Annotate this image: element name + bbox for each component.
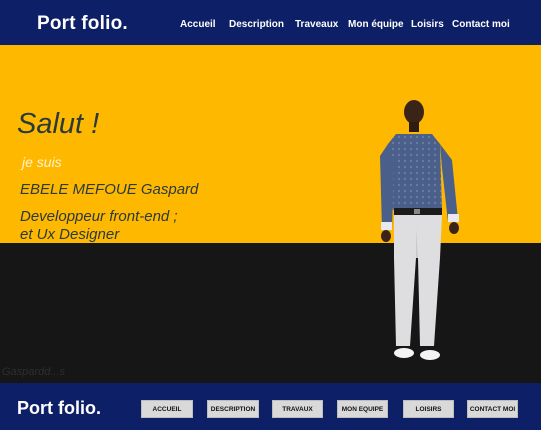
nav-description[interactable]: Description <box>229 19 284 30</box>
faded-text: Gaspardd...s <box>2 366 65 378</box>
portrait-photo <box>380 100 459 360</box>
brand-logo[interactable]: Port folio. <box>37 13 128 35</box>
footer-button-contact[interactable]: CONTACT MOI <box>467 400 518 418</box>
footer-button-mon-equipe[interactable]: MON EQUIPE <box>337 400 388 418</box>
hero-role-line1: Developpeur front-end ; <box>20 208 178 225</box>
footer-button-description[interactable]: DESCRIPTION <box>207 400 259 418</box>
nav-contact[interactable]: Contact moi <box>452 19 510 30</box>
nav-loisirs[interactable]: Loisirs <box>411 19 444 30</box>
hero-greeting: Salut ! <box>17 108 100 140</box>
footer-button-travaux[interactable]: TRAVAUX <box>272 400 323 418</box>
nav-mon-equipe[interactable]: Mon équipe <box>348 19 404 30</box>
nav-accueil[interactable]: Accueil <box>180 19 216 30</box>
hero-name: EBELE MEFOUE Gaspard <box>20 181 199 198</box>
footer-button-loisirs[interactable]: LOISIRS <box>403 400 454 418</box>
hero-role-line2: et Ux Designer <box>20 226 120 243</box>
footer-button-accueil[interactable]: ACCUEIL <box>141 400 193 418</box>
hero-intro: je suis <box>22 154 62 170</box>
footer-brand-logo[interactable]: Port folio. <box>17 398 101 419</box>
nav-traveaux[interactable]: Traveaux <box>295 19 338 30</box>
